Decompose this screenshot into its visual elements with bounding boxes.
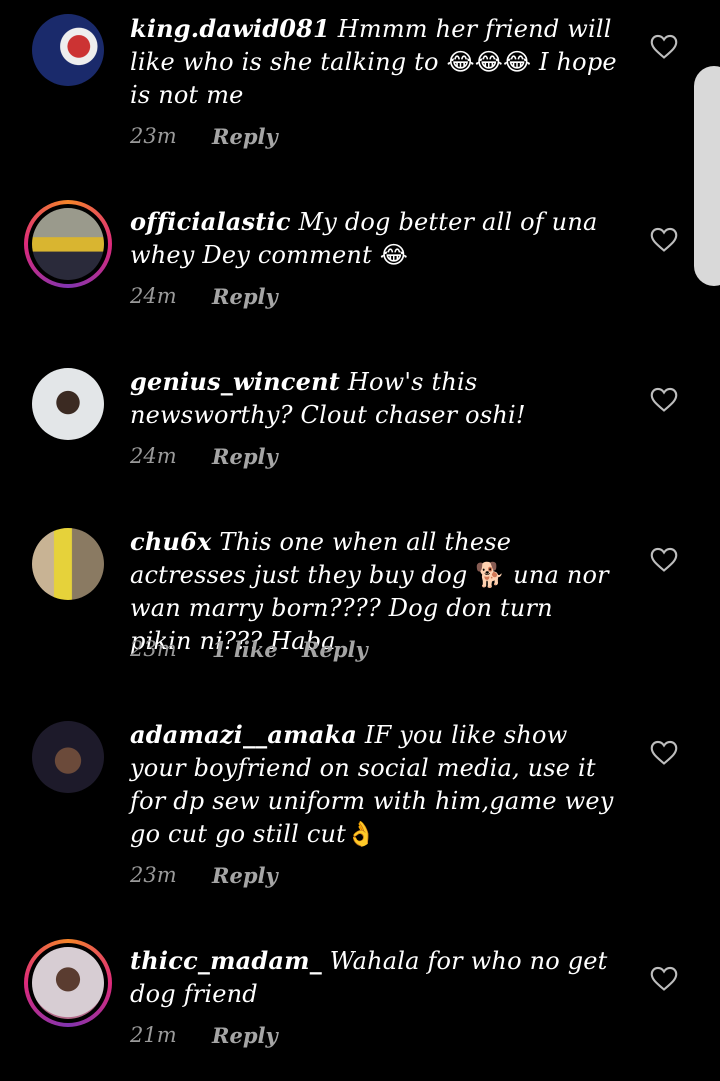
comment-emoji: 😂😂😂 (446, 48, 532, 76)
comment-emoji: 🐕 (475, 561, 506, 589)
comment-username[interactable]: officialastic (130, 207, 291, 236)
comment-time: 23m (130, 124, 177, 148)
comment-username[interactable]: adamazi__amaka (130, 720, 357, 749)
heart-icon[interactable] (650, 387, 678, 413)
comment-time: 23m (130, 637, 177, 661)
avatar-image (32, 947, 104, 1019)
comment-time: 21m (130, 1023, 177, 1047)
scrollbar-thumb[interactable] (694, 66, 720, 286)
comment-time: 24m (130, 284, 177, 308)
like-count[interactable]: 1 like (212, 637, 302, 662)
avatar-image (32, 14, 104, 86)
reply-button[interactable]: Reply (212, 124, 278, 149)
comment-username[interactable]: genius_wincent (130, 367, 340, 396)
heart-icon[interactable] (650, 34, 678, 60)
avatar-image (32, 208, 104, 280)
comment-username[interactable]: chu6x (130, 527, 212, 556)
avatar[interactable] (32, 368, 104, 440)
avatar[interactable] (32, 721, 104, 793)
comment-username[interactable]: king.dawid081 (130, 14, 330, 43)
heart-icon[interactable] (650, 547, 678, 573)
reply-button[interactable]: Reply (212, 284, 278, 309)
comment-time: 23m (130, 863, 177, 887)
avatar[interactable] (32, 528, 104, 600)
avatar[interactable] (24, 939, 112, 1027)
comment-username[interactable]: thicc_madam_ (130, 946, 322, 975)
reply-button[interactable]: Reply (212, 1023, 278, 1048)
avatar-image (32, 368, 104, 440)
heart-icon[interactable] (650, 227, 678, 253)
avatar[interactable] (24, 200, 112, 288)
heart-icon[interactable] (650, 966, 678, 992)
comment-emoji: 👌 (346, 820, 377, 848)
reply-button[interactable]: Reply (212, 863, 278, 888)
avatar[interactable] (32, 14, 104, 86)
reply-button[interactable]: Reply (212, 444, 278, 469)
avatar-image (32, 721, 104, 793)
avatar-image (32, 528, 104, 600)
comment-emoji: 😂 (379, 241, 409, 269)
reply-button[interactable]: Reply (302, 637, 368, 662)
heart-icon[interactable] (650, 740, 678, 766)
comment-time: 24m (130, 444, 177, 468)
